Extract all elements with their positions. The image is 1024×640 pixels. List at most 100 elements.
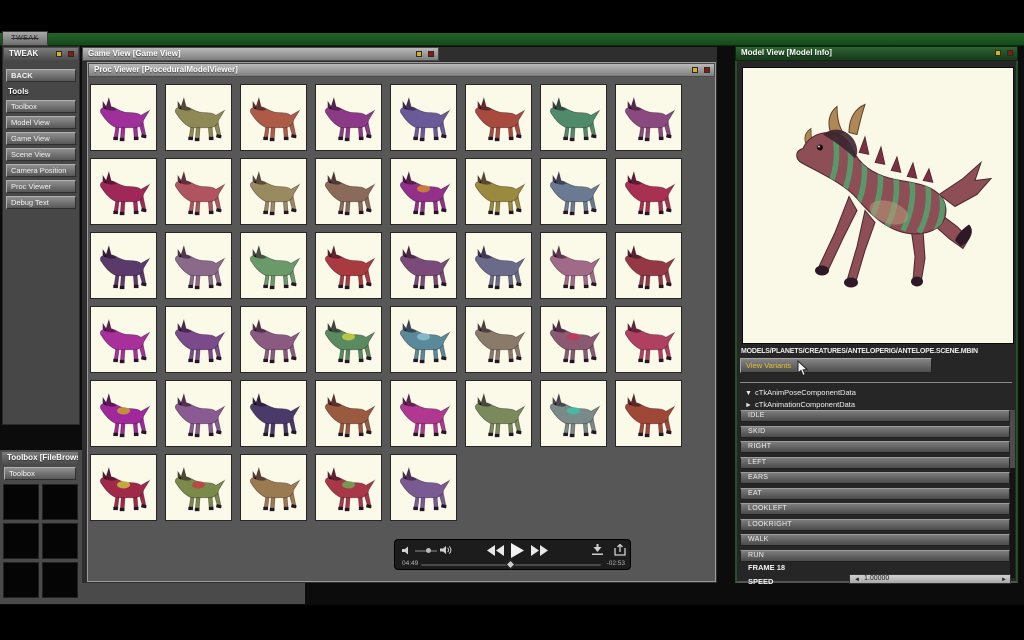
creature-thumb[interactable] [315, 380, 382, 447]
creature-thumb[interactable] [315, 158, 382, 225]
creature-thumb[interactable] [390, 380, 457, 447]
anim-button-right[interactable]: RIGHT [740, 441, 1010, 453]
minimize-icon[interactable] [56, 51, 62, 57]
creature-thumb[interactable] [165, 454, 232, 521]
creature-thumb[interactable] [465, 232, 532, 299]
tweak-panel-titlebar[interactable]: TWEAK [3, 47, 79, 61]
tree-node-cTkAnimationComponentData[interactable]: ► cTkAnimationComponentData [745, 400, 855, 409]
creature-thumb[interactable] [240, 158, 307, 225]
creature-thumb[interactable] [90, 454, 157, 521]
creature-thumb[interactable] [90, 380, 157, 447]
sidebar-item-camera-position[interactable]: Camera Position [6, 164, 76, 177]
file-browser-slot[interactable] [42, 484, 78, 520]
fullscreen-icon[interactable] [592, 544, 603, 556]
creature-thumb[interactable] [615, 158, 682, 225]
creature-thumb[interactable] [390, 232, 457, 299]
minimize-icon[interactable] [995, 50, 1001, 56]
creature-thumb[interactable] [90, 84, 157, 151]
model-view-titlebar[interactable]: Model View [Model Info] [735, 46, 1018, 61]
speed-stepper[interactable]: ◄ 1.00000 ► [849, 574, 1011, 584]
proc-viewer-titlebar[interactable]: Proc Viewer [ProceduralModelViewer] [88, 63, 715, 77]
anim-button-eat[interactable]: EAT [740, 487, 1010, 500]
view-variants-button[interactable]: View Variants [740, 358, 932, 373]
creature-thumb[interactable] [315, 232, 382, 299]
creature-thumb[interactable] [615, 306, 682, 373]
close-icon[interactable] [1007, 50, 1013, 56]
file-browser-titlebar[interactable]: Toolbox [FileBrowser] [1, 451, 79, 465]
sidebar-item-game-view[interactable]: Game View [6, 132, 76, 145]
creature-thumb[interactable] [390, 306, 457, 373]
creature-thumb[interactable] [540, 380, 607, 447]
model-viewport[interactable] [742, 67, 1014, 344]
decrement-icon[interactable]: ◄ [854, 576, 860, 584]
creature-thumb[interactable] [315, 84, 382, 151]
creature-thumb[interactable] [615, 380, 682, 447]
creature-thumb[interactable] [315, 454, 382, 521]
volume-knob[interactable] [426, 548, 431, 553]
file-browser-slot[interactable] [42, 562, 78, 598]
scrollbar-thumb[interactable] [1010, 410, 1015, 468]
creature-thumb[interactable] [615, 232, 682, 299]
creature-thumb[interactable] [90, 158, 157, 225]
creature-thumb[interactable] [540, 232, 607, 299]
anim-button-idle[interactable]: IDLE [740, 410, 1010, 422]
rewind-icon[interactable] [487, 545, 505, 556]
sidebar-item-model-view[interactable]: Model View [6, 116, 76, 129]
creature-thumb[interactable] [540, 306, 607, 373]
back-button[interactable]: BACK [6, 69, 76, 82]
volume-mute-icon[interactable] [402, 546, 411, 555]
anim-button-lookleft[interactable]: LOOKLEFT [740, 503, 1010, 515]
creature-thumb[interactable] [165, 158, 232, 225]
creature-thumb[interactable] [240, 380, 307, 447]
sidebar-item-proc-viewer[interactable]: Proc Viewer [6, 180, 76, 193]
creature-thumb[interactable] [240, 454, 307, 521]
creature-thumb[interactable] [90, 232, 157, 299]
creature-thumb[interactable] [465, 306, 532, 373]
anim-button-ears[interactable]: EARS [740, 472, 1010, 484]
creature-thumb[interactable] [390, 158, 457, 225]
tree-node-cTkAnimPoseComponentData[interactable]: ▼ cTkAnimPoseComponentData [745, 388, 856, 397]
creature-thumb[interactable] [540, 158, 607, 225]
play-icon[interactable] [511, 543, 524, 558]
anim-button-run[interactable]: RUN [740, 549, 1010, 562]
close-icon[interactable] [68, 51, 74, 57]
creature-thumb[interactable] [615, 84, 682, 151]
creature-thumb[interactable] [240, 232, 307, 299]
close-icon[interactable] [428, 51, 434, 57]
creature-thumb[interactable] [465, 380, 532, 447]
file-browser-slot[interactable] [3, 562, 39, 598]
anim-button-left[interactable]: LEFT [740, 456, 1010, 469]
close-icon[interactable] [704, 67, 710, 73]
anim-button-skid[interactable]: SKID [740, 425, 1010, 438]
fast-forward-icon[interactable] [531, 545, 549, 556]
tweak-window-tab[interactable]: TWEAK [2, 31, 48, 46]
scrollbar[interactable] [1010, 410, 1015, 578]
creature-thumb[interactable] [165, 232, 232, 299]
anim-button-walk[interactable]: WALK [740, 534, 1010, 546]
game-view-titlebar[interactable]: Game View [Game View] [82, 47, 439, 61]
creature-thumb[interactable] [240, 306, 307, 373]
creature-thumb[interactable] [165, 84, 232, 151]
file-browser-slot[interactable] [3, 484, 39, 520]
creature-thumb[interactable] [315, 306, 382, 373]
sidebar-item-scene-view[interactable]: Scene View [6, 148, 76, 161]
creature-thumb[interactable] [240, 84, 307, 151]
creature-thumb[interactable] [465, 84, 532, 151]
increment-icon[interactable]: ► [1001, 576, 1007, 584]
seek-bar[interactable] [421, 559, 601, 570]
creature-thumb[interactable] [390, 84, 457, 151]
share-icon[interactable] [614, 544, 626, 556]
creature-thumb[interactable] [165, 306, 232, 373]
file-browser-slot[interactable] [42, 523, 78, 559]
expand-icon[interactable]: ► [745, 402, 755, 409]
anim-button-lookright[interactable]: LOOKRIGHT [740, 518, 1010, 531]
collapse-icon[interactable]: ▼ [745, 390, 755, 397]
creature-thumb[interactable] [390, 454, 457, 521]
minimize-icon[interactable] [692, 67, 698, 73]
seek-thumb[interactable] [505, 559, 516, 570]
file-browser-slot[interactable] [3, 523, 39, 559]
creature-thumb[interactable] [540, 84, 607, 151]
sidebar-item-debug-text[interactable]: Debug Text [6, 196, 76, 209]
toolbox-button[interactable]: Toolbox [4, 467, 76, 480]
creature-thumb[interactable] [465, 158, 532, 225]
